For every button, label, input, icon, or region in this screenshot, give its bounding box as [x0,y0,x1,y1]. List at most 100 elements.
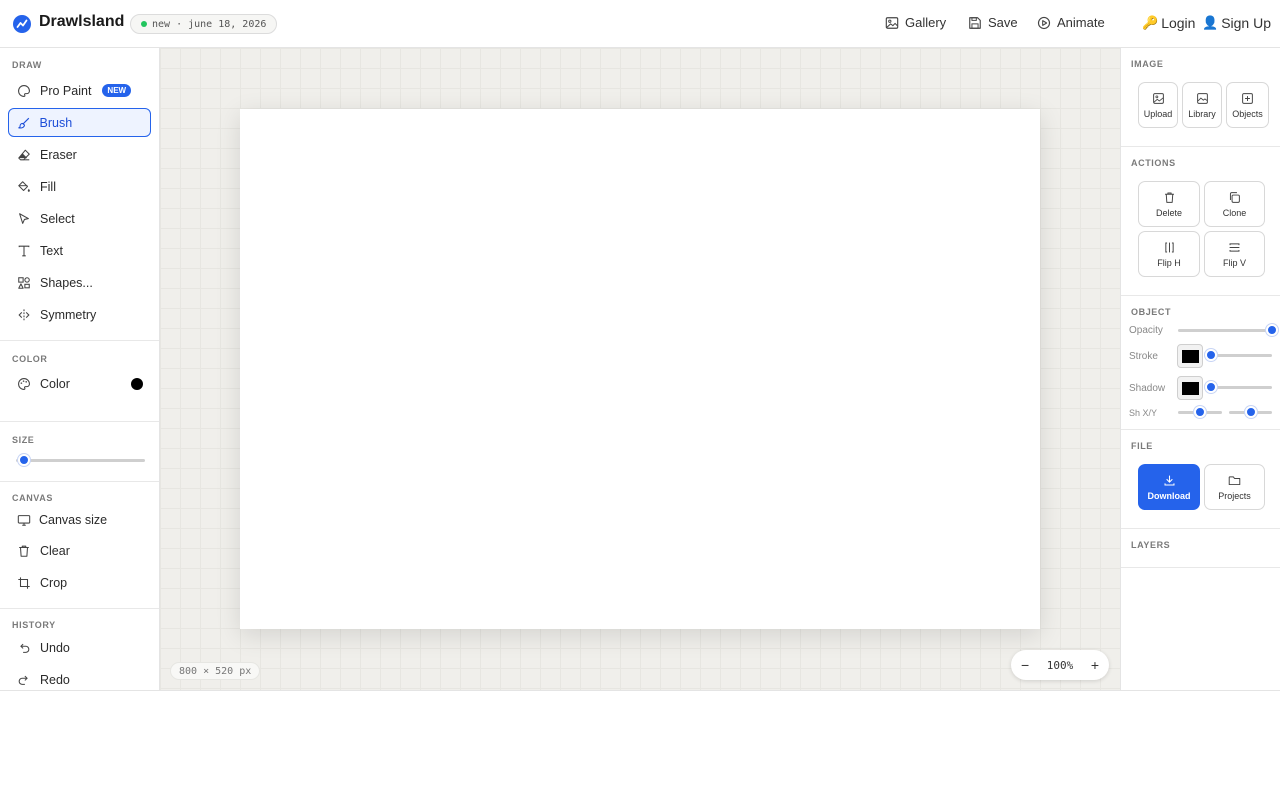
save-label: Save [988,15,1018,30]
opacity-label: Opacity [1129,325,1163,336]
tool-label: Eraser [40,147,77,162]
color-section-title: COLOR [12,354,48,364]
divider [1121,528,1280,529]
object-section-title: OBJECT [1131,307,1172,317]
divider [0,340,159,341]
left-sidebar: DRAW Pro Paint NEW Brush Eraser Fill Sel… [0,48,160,690]
flip-v-button[interactable]: Flip V [1204,231,1265,277]
shadow-slider[interactable] [1211,386,1272,389]
tool-select[interactable]: Select [8,204,151,233]
gallery-button[interactable]: Gallery [885,15,946,30]
stroke-slider-handle[interactable] [1205,349,1217,361]
canvas-section-title: CANVAS [12,493,53,503]
login-button[interactable]: 🔑 Login [1142,15,1195,31]
download-button[interactable]: Download [1138,464,1200,510]
shadow-slider-handle[interactable] [1205,381,1217,393]
drawing-canvas[interactable] [240,109,1040,629]
new-badge: NEW [102,84,132,97]
tool-label: Brush [39,115,73,130]
library-button[interactable]: Library [1182,82,1222,128]
status-dot-icon [141,21,147,27]
save-button[interactable]: Save [968,15,1018,30]
undo-label: Undo [40,640,70,655]
clear-button[interactable]: Clear [8,536,151,565]
size-slider[interactable] [16,459,145,462]
tool-label: Text [40,243,63,258]
objects-button[interactable]: Objects [1226,82,1269,128]
tool-symmetry[interactable]: Symmetry [8,300,151,329]
page-footer [0,690,1280,800]
canvas-stage: 800 × 520 px − 100% + [160,48,1120,690]
animate-button[interactable]: Animate [1037,15,1105,30]
canvas-size-button[interactable]: Canvas size [8,505,151,534]
symmetry-icon [18,308,30,321]
stroke-color-swatch[interactable] [1177,344,1203,368]
shadow-y-slider-handle[interactable] [1244,406,1257,418]
copy-icon [1229,191,1240,203]
tool-text[interactable]: Text [8,236,151,265]
draw-section-title: DRAW [12,60,42,70]
redo-button[interactable]: Redo [8,665,151,690]
history-section-title: HISTORY [12,620,56,630]
image-library-icon [1196,92,1208,104]
cursor-icon [19,212,29,224]
crop-button[interactable]: Crop [8,568,151,597]
clone-button[interactable]: Clone [1204,181,1265,227]
crop-icon [18,576,30,589]
undo-icon [20,643,30,653]
canvas-size-label: Canvas size [39,512,108,527]
delete-button[interactable]: Delete [1138,181,1200,227]
divider [1121,429,1280,430]
color-picker[interactable]: Color [8,369,151,398]
objects-label: Objects [1232,108,1263,119]
redo-icon [18,675,28,685]
animate-label: Animate [1057,15,1105,30]
divider [0,608,159,609]
color-swatch [131,377,143,390]
right-panel: IMAGE Upload Library Objects ACTIONS Del… [1120,48,1280,690]
play-circle-icon [1037,16,1051,29]
shapes-icon [18,276,30,289]
tool-pro-paint[interactable]: Pro Paint NEW [8,76,151,105]
top-bar: Drawlsland new · june 18, 2026 Gallery S… [0,0,1280,48]
download-icon [1164,475,1174,485]
tool-shapes[interactable]: Shapes... [8,268,151,297]
file-section-title: FILE [1131,441,1153,451]
shadow-x-slider-handle[interactable] [1194,406,1206,418]
canvas-size-indicator: 800 × 520 px [170,662,261,680]
undo-button[interactable]: Undo [8,633,151,662]
tool-fill[interactable]: Fill [8,172,151,201]
size-slider-handle[interactable] [17,454,30,466]
login-label: Login [1161,15,1196,31]
add-object-icon [1242,92,1253,104]
image-upload-icon [1152,92,1164,104]
tool-eraser[interactable]: Eraser [8,140,151,169]
opacity-slider[interactable] [1178,329,1272,332]
shadow-xy-label: Sh X/Y [1129,408,1158,418]
divider [0,481,159,482]
gallery-label: Gallery [905,15,947,30]
divider [1121,146,1280,147]
download-label: Download [1147,490,1191,501]
flip-h-button[interactable]: Flip H [1138,231,1200,277]
folder-icon [1228,475,1241,485]
projects-label: Projects [1218,490,1251,501]
brush-icon [17,117,29,128]
tool-brush[interactable]: Brush [8,108,151,137]
redo-label: Redo [40,672,70,687]
signup-button[interactable]: 👤 Sign Up [1202,15,1271,31]
layers-section-title: LAYERS [1131,540,1171,550]
tool-label: Shapes... [40,275,93,290]
trash-icon [1164,192,1174,203]
shadow-color-swatch[interactable] [1177,376,1203,400]
projects-button[interactable]: Projects [1204,464,1265,510]
opacity-slider-handle[interactable] [1266,324,1278,336]
stroke-slider[interactable] [1211,354,1272,357]
status-text: new · june 18, 2026 [152,18,267,30]
user-icon: 👤 [1202,15,1219,30]
upload-button[interactable]: Upload [1138,82,1178,128]
crop-label: Crop [40,575,68,590]
zoom-in-button[interactable]: + [1091,657,1099,673]
zoom-out-button[interactable]: − [1021,657,1029,673]
paint-bucket-icon [18,180,30,192]
